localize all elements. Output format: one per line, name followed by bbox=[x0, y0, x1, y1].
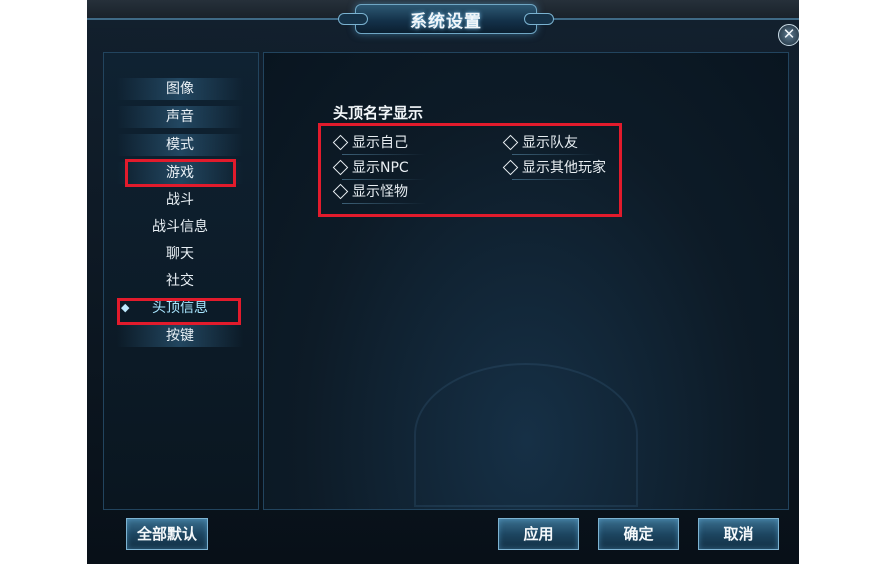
option-label: 显示怪物 bbox=[352, 184, 408, 200]
option-underline bbox=[512, 179, 596, 180]
sidebar-item-label: 按键 bbox=[166, 328, 194, 344]
decorative-emblem-icon bbox=[414, 363, 638, 507]
checkbox-diamond-icon[interactable] bbox=[332, 183, 349, 199]
highlight-box-game bbox=[125, 159, 236, 187]
option-underline bbox=[512, 154, 596, 155]
sidebar-item-mode[interactable]: 模式 bbox=[117, 134, 243, 156]
sidebar-item-label: 聊天 bbox=[166, 246, 194, 262]
close-icon: ✕ bbox=[782, 25, 796, 43]
sidebar-item-combat-info[interactable]: 战斗信息 bbox=[117, 216, 243, 238]
option-label: 显示其他玩家 bbox=[522, 160, 606, 176]
reset-all-button[interactable]: 全部默认 bbox=[126, 518, 208, 550]
cancel-button[interactable]: 取消 bbox=[698, 518, 779, 550]
close-button[interactable]: ✕ bbox=[778, 24, 799, 46]
option-show-other-players[interactable]: 显示其他玩家 bbox=[502, 157, 606, 180]
option-show-self[interactable]: 显示自己 bbox=[332, 132, 426, 155]
apply-button[interactable]: 应用 bbox=[498, 518, 579, 550]
sidebar-item-keybind[interactable]: 按键 bbox=[117, 325, 243, 347]
option-label: 显示队友 bbox=[522, 135, 578, 151]
option-label: 显示NPC bbox=[352, 160, 409, 176]
checkbox-diamond-icon[interactable] bbox=[332, 159, 349, 175]
checkbox-diamond-icon[interactable] bbox=[502, 159, 519, 175]
sidebar-item-chat[interactable]: 聊天 bbox=[117, 243, 243, 265]
sidebar-item-label: 图像 bbox=[166, 81, 194, 97]
ok-button[interactable]: 确定 bbox=[598, 518, 679, 550]
checkbox-diamond-icon[interactable] bbox=[502, 134, 519, 150]
checkbox-diamond-icon[interactable] bbox=[332, 134, 349, 150]
highlight-box-overhead-info bbox=[117, 298, 241, 325]
window-title: 系统设置 bbox=[410, 11, 482, 32]
option-show-monsters[interactable]: 显示怪物 bbox=[332, 181, 426, 204]
sidebar-item-combat[interactable]: 战斗 bbox=[117, 189, 243, 211]
sidebar-item-label: 社交 bbox=[166, 273, 194, 289]
option-underline bbox=[342, 154, 426, 155]
sidebar-item-sound[interactable]: 声音 bbox=[117, 106, 243, 128]
sidebar-item-label: 声音 bbox=[166, 109, 194, 125]
title-plate: 系统设置 bbox=[338, 4, 554, 34]
section-title: 头顶名字显示 bbox=[333, 104, 424, 122]
option-show-npc[interactable]: 显示NPC bbox=[332, 157, 426, 180]
sidebar-item-social[interactable]: 社交 bbox=[117, 270, 243, 292]
sidebar-item-label: 战斗信息 bbox=[152, 219, 208, 235]
option-underline bbox=[342, 179, 426, 180]
sidebar-item-graphics[interactable]: 图像 bbox=[117, 78, 243, 100]
sidebar-item-label: 模式 bbox=[166, 137, 194, 153]
sidebar-item-label: 战斗 bbox=[166, 192, 194, 208]
settings-window: 系统设置 ✕ 图像 声音 模式 游戏 战斗 战斗信息 聊天 社交 头顶信息 按键… bbox=[87, 0, 799, 564]
option-label: 显示自己 bbox=[352, 135, 408, 151]
option-underline bbox=[342, 203, 426, 204]
option-show-teammates[interactable]: 显示队友 bbox=[502, 132, 596, 155]
